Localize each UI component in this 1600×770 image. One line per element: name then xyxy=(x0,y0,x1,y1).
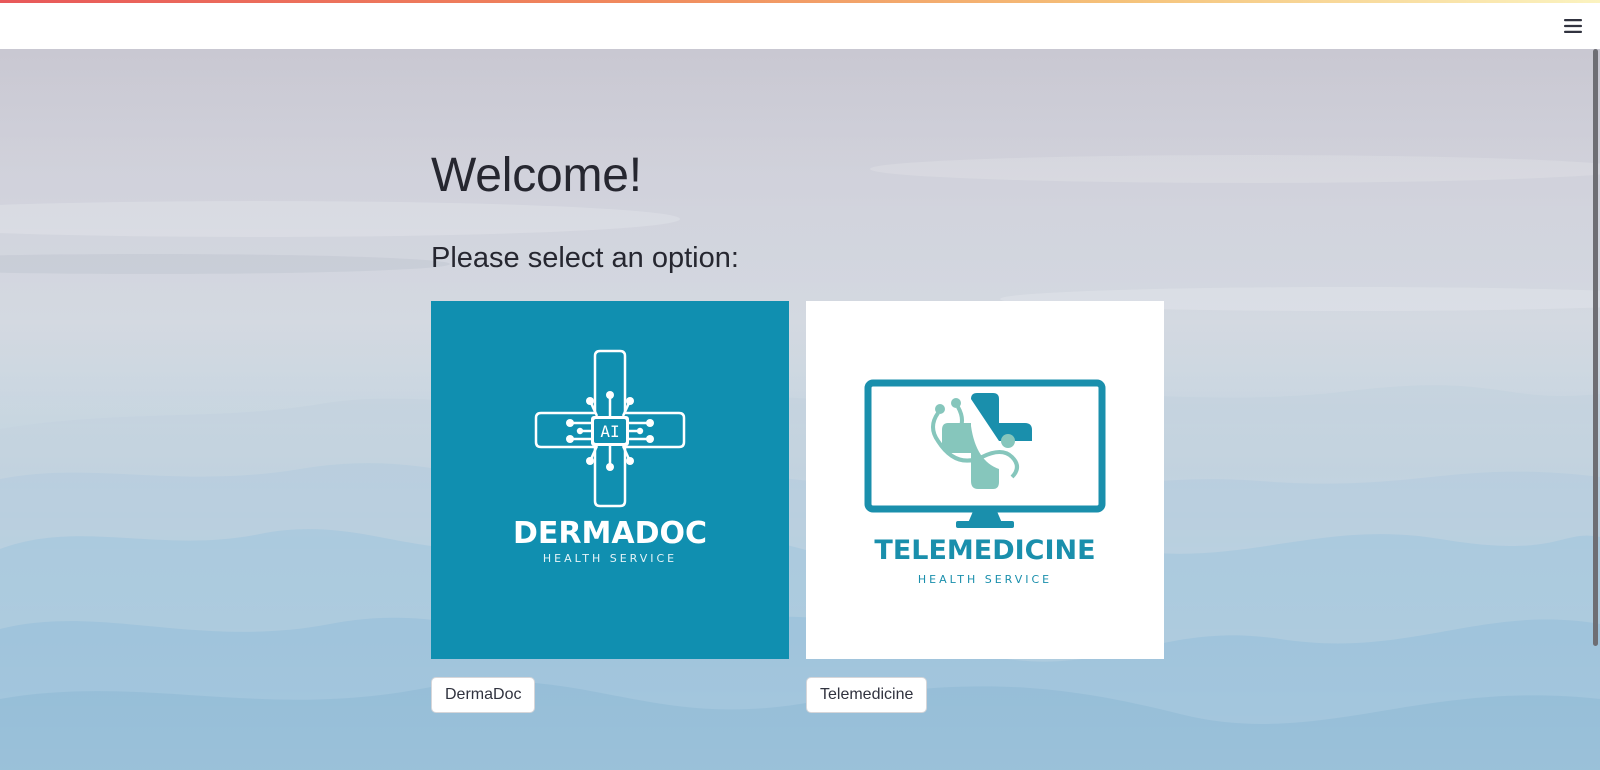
dermadoc-logo-image: AI DERMADOC HEALTH SERVICE xyxy=(431,301,789,659)
dermadoc-button[interactable]: DermaDoc xyxy=(431,677,536,713)
telemedicine-logo-subtitle: HEALTH SERVICE xyxy=(918,573,1052,586)
dermadoc-logo-title: DERMADOC xyxy=(513,516,707,551)
monitor-stethoscope-icon xyxy=(864,379,1106,528)
top-decoration-bar xyxy=(0,0,1600,3)
telemedicine-logo-image: TELEMEDICINE HEALTH SERVICE xyxy=(806,301,1164,659)
page-scrollbar[interactable] xyxy=(1593,49,1598,646)
page-title: Welcome! xyxy=(431,149,642,202)
main-content: Welcome! Please select an option: AI DER… xyxy=(431,49,1171,770)
main-menu-button[interactable] xyxy=(1560,13,1586,39)
telemedicine-logo-title: TELEMEDICINE xyxy=(874,535,1095,566)
page-subtitle: Please select an option: xyxy=(431,242,739,274)
hamburger-menu-icon xyxy=(1564,19,1582,33)
app-header xyxy=(0,3,1600,49)
telemedicine-button[interactable]: Telemedicine xyxy=(806,677,928,713)
ai-badge-text: AI xyxy=(600,422,619,441)
dermadoc-logo-subtitle: HEALTH SERVICE xyxy=(543,552,677,565)
app-view: Welcome! Please select an option: AI DER… xyxy=(0,49,1600,770)
